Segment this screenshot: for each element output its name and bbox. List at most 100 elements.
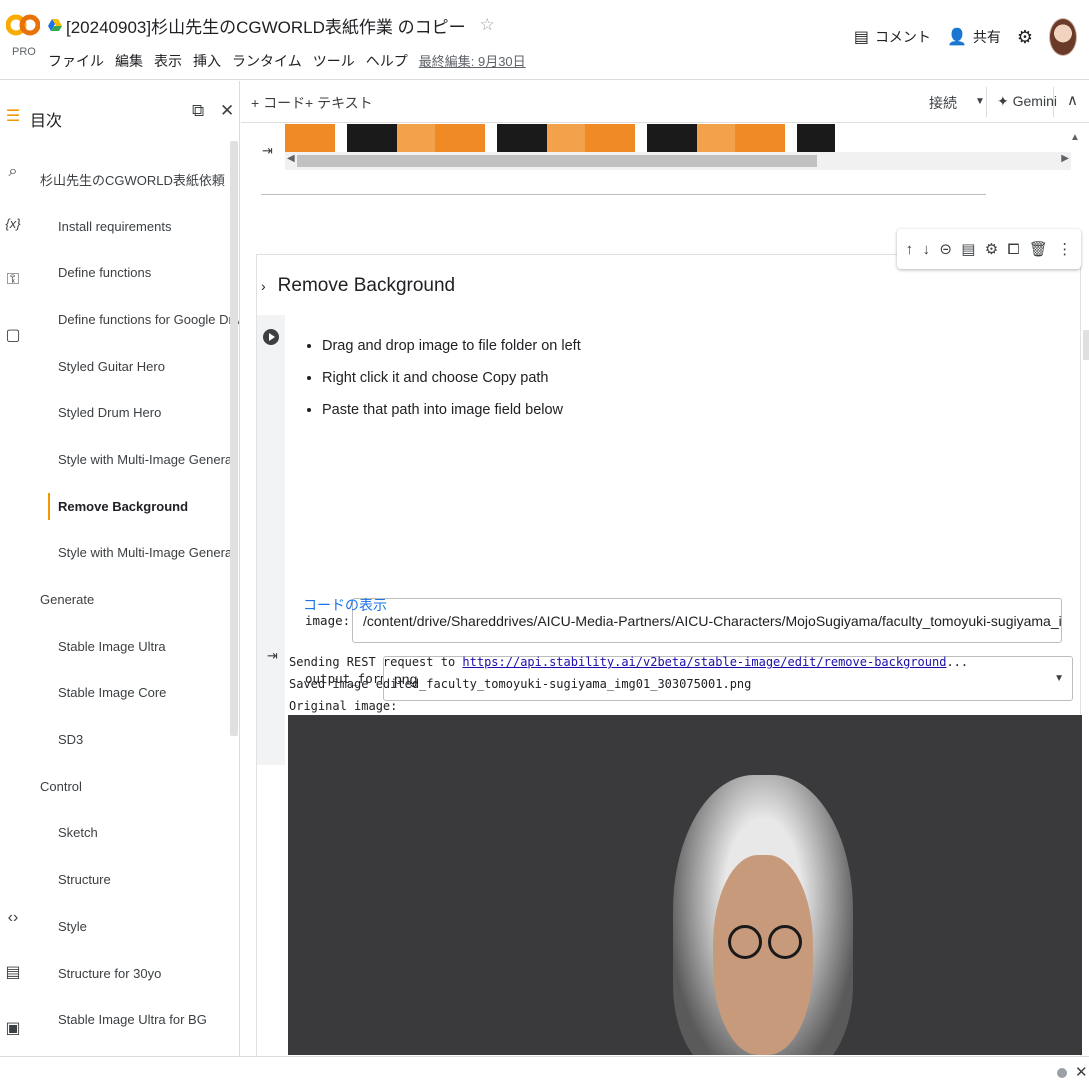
api-link[interactable]: https://api.stability.ai/v2beta/stable-i… bbox=[462, 655, 946, 669]
gemini-button[interactable]: ✦ Gemini bbox=[997, 93, 1057, 110]
search-icon[interactable]: ⌕ bbox=[2, 161, 24, 183]
output-original-line: Original image: bbox=[289, 699, 398, 713]
toc-item[interactable]: Styled Guitar Hero bbox=[26, 343, 230, 390]
arrow-up-icon[interactable]: ↑ bbox=[906, 241, 914, 258]
link-icon[interactable]: ⊝ bbox=[939, 240, 952, 258]
open-tab-icon[interactable]: ⧉ bbox=[192, 101, 204, 121]
toc-item[interactable]: Sketch bbox=[26, 810, 230, 857]
add-text-button[interactable]: + テキスト bbox=[305, 93, 373, 113]
colab-logo-icon[interactable] bbox=[6, 10, 40, 40]
menu-insert[interactable]: 挿入 bbox=[193, 51, 221, 71]
key-icon[interactable]: ⚿ bbox=[2, 269, 24, 291]
toc-item[interactable]: Structure for 30yo bbox=[26, 950, 230, 997]
connect-button[interactable]: 接続 ▼ bbox=[929, 93, 985, 113]
chevron-down-icon[interactable]: ▼ bbox=[975, 93, 985, 113]
left-rail: ☰ ⌕ {x} ⚿ ▢ ‹› ▤ ▣ bbox=[0, 81, 26, 1056]
remove-background-cell[interactable]: ↑ ↓ ⊝ ▤ ⚙ ⧠ 🗑 ⋮ › Remove Background Drag… bbox=[256, 229, 1082, 1056]
notebook-scrollbar[interactable] bbox=[1083, 330, 1089, 360]
output-suffix: ... bbox=[946, 655, 969, 669]
add-code-button[interactable]: + コード bbox=[251, 93, 305, 113]
toc-item[interactable]: Stable Image Ultra for BG bbox=[26, 996, 230, 1043]
variables-icon[interactable]: {x} bbox=[2, 212, 24, 234]
more-vert-icon[interactable]: ⋮ bbox=[1057, 240, 1072, 258]
colab-window: PRO [20240903]杉山先生のCGWORLD表紙作業 のコピー ☆ ファ… bbox=[0, 0, 1089, 1089]
output-toggle-icon[interactable]: ⇥ bbox=[267, 648, 278, 664]
google-drive-icon[interactable] bbox=[48, 19, 62, 31]
section-header[interactable]: › Remove Background bbox=[257, 263, 455, 309]
avatar[interactable] bbox=[1049, 18, 1077, 56]
output-toggle-icon[interactable]: ⇥ bbox=[261, 142, 279, 162]
scroll-left-icon[interactable]: ◀ bbox=[287, 153, 295, 164]
output-saved-line: Saved image edited_faculty_tomoyuki-sugi… bbox=[289, 677, 752, 691]
share-button[interactable]: 👤 共有 bbox=[947, 27, 1001, 47]
chevron-up-icon[interactable]: ∧ bbox=[1067, 91, 1078, 109]
list-item: Paste that path into image field below bbox=[322, 399, 581, 431]
toc-item[interactable]: 杉山先生のCGWORLD表紙依頼 bbox=[26, 156, 230, 203]
connect-label: 接続 bbox=[929, 95, 957, 111]
scroll-up-icon[interactable]: ▲ bbox=[1070, 132, 1080, 143]
menu-file[interactable]: ファイル bbox=[48, 51, 104, 71]
toc-item[interactable]: Define functions bbox=[26, 249, 230, 296]
toc-item[interactable]: Define functions for Google Drive bbox=[26, 296, 239, 343]
toc-list: 杉山先生のCGWORLD表紙依頼 Install requirements De… bbox=[26, 156, 239, 1043]
delete-icon[interactable]: 🗑 bbox=[1029, 240, 1048, 258]
toc-icon[interactable]: ☰ bbox=[2, 105, 24, 127]
section-title: Remove Background bbox=[277, 275, 456, 296]
toc-scrollbar[interactable] bbox=[230, 141, 238, 736]
previous-output-image bbox=[285, 124, 835, 152]
person-add-icon: 👤 bbox=[946, 29, 967, 46]
run-cell-icon[interactable] bbox=[263, 329, 279, 345]
horizontal-rule bbox=[261, 194, 986, 195]
horizontal-scrollbar[interactable]: ◀ ▶ bbox=[285, 152, 1071, 170]
toc-item-active[interactable]: Remove Background bbox=[26, 483, 230, 530]
scrollbar-thumb[interactable] bbox=[297, 155, 817, 167]
menu-help[interactable]: ヘルプ bbox=[366, 51, 408, 71]
command-palette-icon[interactable]: ▤ bbox=[2, 961, 24, 983]
toc-item[interactable]: Styled Drum Hero bbox=[26, 389, 230, 436]
toc-item[interactable]: SD3 bbox=[26, 716, 230, 763]
doc-title[interactable]: [20240903]杉山先生のCGWORLD表紙作業 のコピー bbox=[66, 13, 466, 38]
toc-item[interactable]: Style with Multi-Image Generation bbox=[26, 436, 239, 483]
original-image bbox=[288, 715, 1082, 1055]
close-icon[interactable]: ✕ bbox=[220, 101, 234, 121]
toc-item[interactable]: Generate bbox=[26, 576, 230, 623]
toc-item[interactable]: Style bbox=[26, 903, 230, 950]
toc-item[interactable]: Stable Image Core bbox=[26, 670, 230, 717]
divider bbox=[986, 87, 987, 117]
menu-tools[interactable]: ツール bbox=[313, 51, 355, 71]
image-label: image: bbox=[305, 613, 351, 628]
last-edit-link[interactable]: 最終編集: 9月30日 bbox=[419, 51, 526, 71]
menu-view[interactable]: 表示 bbox=[154, 51, 182, 71]
arrow-down-icon[interactable]: ↓ bbox=[922, 241, 930, 258]
comment-icon: ▤ bbox=[853, 29, 869, 46]
folder-icon[interactable]: ▢ bbox=[2, 324, 24, 346]
toc-item[interactable]: Stable Image Ultra bbox=[26, 623, 230, 670]
image-input[interactable]: /content/drive/Shareddrives/AICU-Media-P… bbox=[352, 598, 1062, 643]
toc-item[interactable]: Style with Multi-Image Generation bbox=[26, 530, 239, 577]
comment-icon[interactable]: ▤ bbox=[961, 240, 975, 258]
header-actions: ▤ コメント 👤 共有 ⚙ bbox=[854, 18, 1089, 56]
toc-item[interactable]: Install requirements bbox=[26, 203, 230, 250]
terminal-icon[interactable]: ▣ bbox=[2, 1017, 24, 1039]
image-field-row: image: bbox=[305, 613, 350, 628]
chevron-right-icon[interactable]: › bbox=[261, 278, 266, 294]
share-label: 共有 bbox=[972, 29, 1001, 45]
show-code-link[interactable]: コードの表示 bbox=[303, 595, 387, 615]
settings-icon[interactable]: ⚙ bbox=[985, 240, 998, 258]
code-snippets-icon[interactable]: ‹› bbox=[2, 907, 24, 929]
close-icon[interactable]: ✕ bbox=[1075, 1063, 1088, 1081]
menu-runtime[interactable]: ランタイム bbox=[232, 51, 302, 71]
divider bbox=[1053, 87, 1054, 117]
mirror-cell-icon[interactable]: ⧠ bbox=[1008, 241, 1020, 258]
cell-toolbar: ↑ ↓ ⊝ ▤ ⚙ ⧠ 🗑 ⋮ bbox=[897, 229, 1081, 269]
scroll-right-icon[interactable]: ▶ bbox=[1061, 153, 1069, 164]
toc-item[interactable]: Structure bbox=[26, 856, 230, 903]
gear-icon[interactable]: ⚙ bbox=[1017, 27, 1033, 48]
menu-edit[interactable]: 編集 bbox=[115, 51, 143, 71]
cell-output: Sending REST request to https://api.stab… bbox=[289, 651, 968, 717]
comment-button[interactable]: ▤ コメント bbox=[854, 27, 931, 47]
star-icon[interactable]: ☆ bbox=[480, 15, 495, 35]
menubar: ファイル 編集 表示 挿入 ランタイム ツール ヘルプ 最終編集: 9月30日 bbox=[48, 51, 526, 71]
list-item: Drag and drop image to file folder on le… bbox=[322, 335, 581, 367]
toc-item[interactable]: Control bbox=[26, 763, 230, 810]
